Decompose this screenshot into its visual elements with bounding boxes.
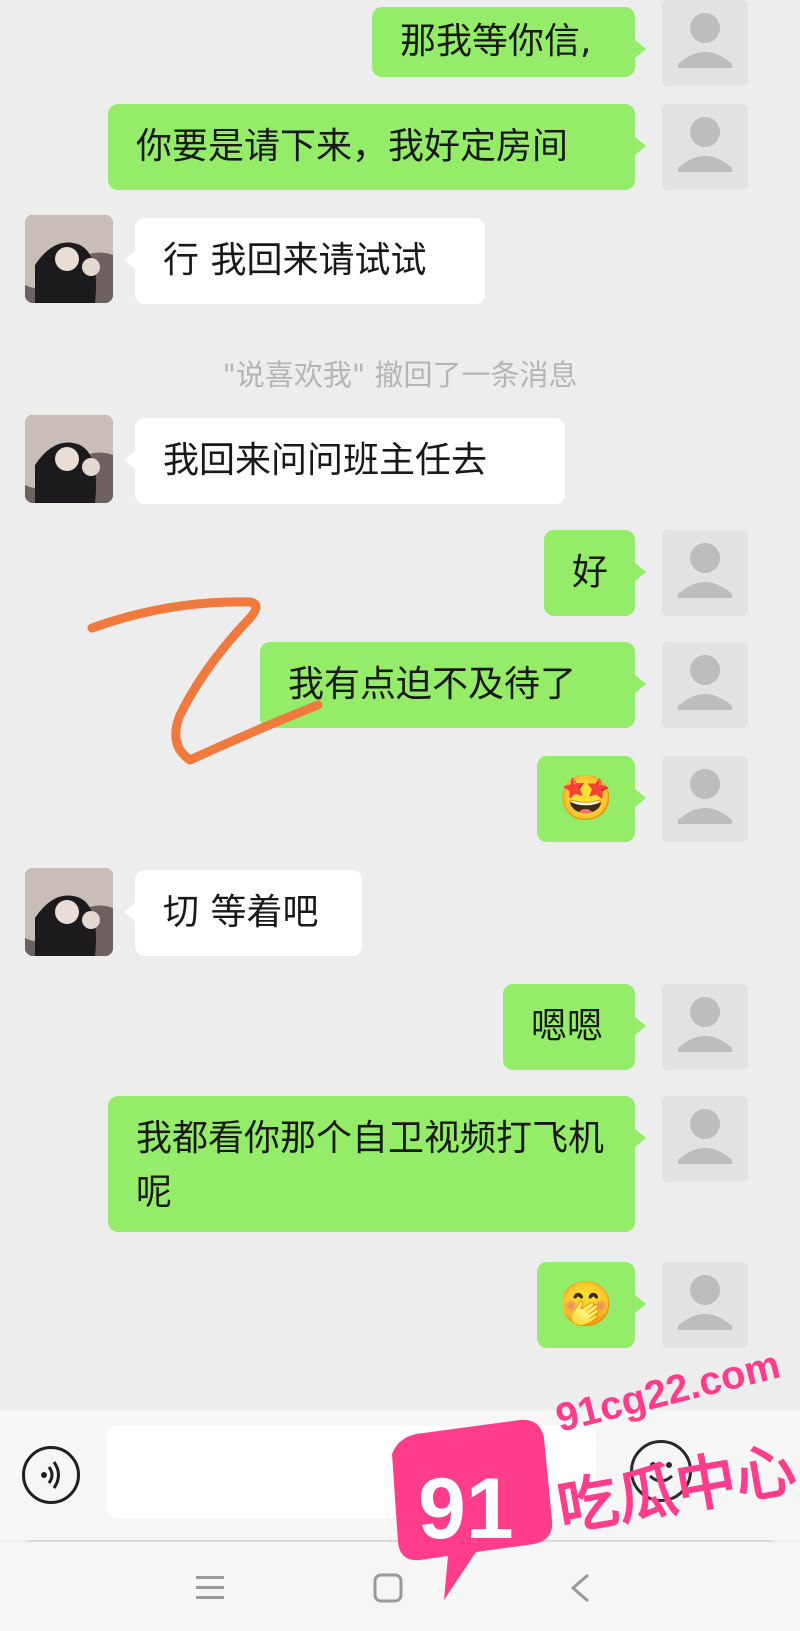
default-avatar-icon <box>678 543 732 598</box>
hand-over-mouth-emoji: 🤭 <box>558 1279 614 1330</box>
message-text: 我都看你那个自卫视频打飞机呢 <box>136 1118 605 1213</box>
message-text: 切 等着吧 <box>163 892 319 933</box>
my-avatar[interactable] <box>662 1262 748 1348</box>
message-bubble-outgoing[interactable]: 🤩 <box>537 756 646 842</box>
star-struck-emoji: 🤩 <box>558 773 614 824</box>
my-avatar[interactable] <box>662 104 748 190</box>
default-avatar-icon <box>678 13 732 68</box>
contact-avatar[interactable] <box>25 868 113 956</box>
back-icon <box>570 1573 589 1603</box>
message-text: 我回来问问班主任去 <box>163 440 488 481</box>
message-bubble-outgoing[interactable]: 嗯嗯 <box>503 984 646 1070</box>
emoji-icon <box>648 1462 674 1483</box>
message-text: 行 我回来请试试 <box>163 240 427 281</box>
my-avatar[interactable] <box>662 530 748 616</box>
emoji-button[interactable] <box>630 1440 692 1502</box>
message-bubble-incoming[interactable]: 我回来问问班主任去 <box>124 418 565 504</box>
message-bubble-outgoing[interactable]: 你要是请下来，我好定房间 <box>108 104 646 190</box>
chat-message-list[interactable]: 那我等你信, 你要是请下来，我好定房间 行 我回来请试试 "说喜欢我" 撤回了一… <box>0 0 800 1410</box>
my-avatar[interactable] <box>662 642 748 728</box>
default-avatar-icon <box>678 655 732 710</box>
default-avatar-icon <box>678 1109 732 1164</box>
default-avatar-icon <box>678 997 732 1052</box>
default-avatar-icon <box>678 1275 732 1330</box>
my-avatar[interactable] <box>662 1096 748 1182</box>
message-bubble-outgoing[interactable]: 我都看你那个自卫视频打飞机呢 <box>108 1096 646 1232</box>
message-bubble-outgoing[interactable]: 那我等你信, <box>372 7 646 77</box>
voice-button[interactable] <box>22 1446 80 1504</box>
default-avatar-icon <box>678 117 732 172</box>
contact-avatar-photo <box>25 415 113 503</box>
contact-avatar[interactable] <box>25 415 113 503</box>
recall-notice: "说喜欢我" 撤回了一条消息 <box>222 358 578 392</box>
contact-avatar-photo <box>25 868 113 956</box>
message-text: 我有点迫不及待了 <box>288 664 577 705</box>
message-bubble-incoming[interactable]: 切 等着吧 <box>124 870 362 956</box>
my-avatar[interactable] <box>662 0 748 86</box>
default-avatar-icon <box>678 769 732 824</box>
message-bubble-outgoing[interactable]: 🤭 <box>537 1262 646 1348</box>
message-bubble-outgoing[interactable]: 我有点迫不及待了 <box>260 642 646 728</box>
message-text: 你要是请下来，我好定房间 <box>136 126 569 167</box>
message-input[interactable] <box>106 1426 596 1518</box>
contact-avatar-photo <box>25 215 113 303</box>
message-text: 好 <box>572 552 609 593</box>
message-text: 那我等你信, <box>400 21 592 62</box>
message-bubble-outgoing[interactable]: 好 <box>544 530 646 616</box>
voice-icon <box>41 1461 60 1489</box>
contact-avatar[interactable] <box>25 215 113 303</box>
my-avatar[interactable] <box>662 984 748 1070</box>
nav-back-button[interactable] <box>560 1566 604 1610</box>
nav-home-button[interactable] <box>366 1566 410 1610</box>
home-icon <box>373 1573 403 1603</box>
menu-icon <box>196 1576 224 1599</box>
my-avatar[interactable] <box>662 756 748 842</box>
message-bubble-incoming[interactable]: 行 我回来请试试 <box>124 218 485 304</box>
message-text: 嗯嗯 <box>531 1006 604 1047</box>
nav-menu-button[interactable] <box>188 1566 232 1610</box>
